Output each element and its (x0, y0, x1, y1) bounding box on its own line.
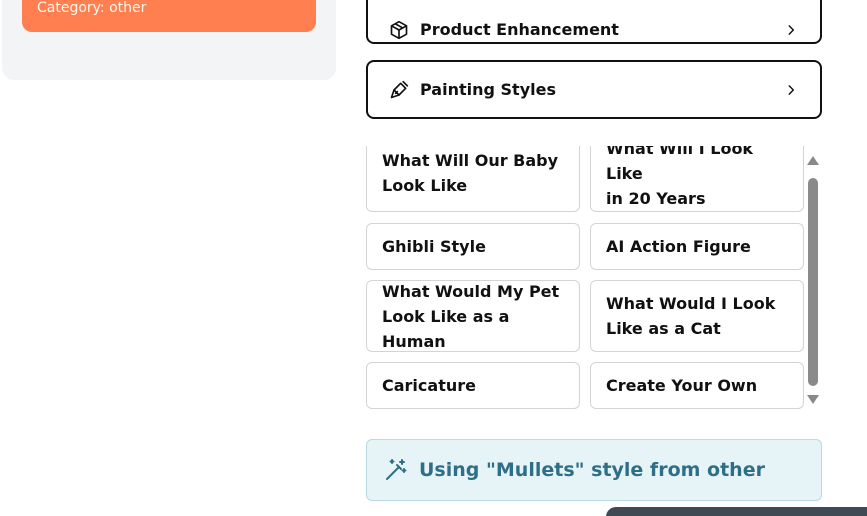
chevron-right-icon (782, 21, 800, 39)
option-label-line: Caricature (382, 376, 476, 395)
scroll-thumb[interactable] (808, 178, 818, 386)
paintbrush-icon (388, 79, 410, 101)
option-label-line: What Will I Look Like (606, 146, 754, 183)
selected-style-text: Using "Mullets" style from other (419, 459, 765, 481)
option-label-line: Look Like (382, 176, 468, 195)
option-what-would-my-pet-look-like-as-a-human[interactable]: What Would My Pet Look Like as a Human (366, 280, 580, 352)
category-label: Category: other (37, 0, 147, 16)
option-create-your-own[interactable]: Create Your Own (590, 362, 804, 409)
option-label-line: in 20 Years (606, 188, 706, 208)
option-label-line: AI Action Figure (606, 237, 751, 256)
accordion-product-enhancement[interactable]: Product Enhancement (366, 0, 822, 44)
option-caricature[interactable]: Caricature (366, 362, 580, 409)
option-label-line: Like as a Cat (606, 319, 721, 338)
option-label-line: What Would I Look (606, 294, 776, 313)
option-label-line: What Would My Pet (382, 281, 560, 301)
options-scrollbar[interactable] (806, 150, 820, 408)
chevron-right-icon (782, 81, 800, 99)
cube-icon (388, 19, 410, 41)
option-label-line: What Will Our Baby (382, 151, 559, 170)
style-options-list: What Will Our Baby Look Like What Will I… (366, 146, 806, 412)
bottom-toolbar[interactable] (606, 507, 867, 516)
left-panel: Category: other (2, 0, 336, 80)
option-what-would-i-look-like-as-a-cat[interactable]: What Would I Look Like as a Cat (590, 280, 804, 352)
option-what-will-our-baby-look-like[interactable]: What Will Our Baby Look Like (366, 146, 580, 212)
magic-wand-icon (383, 457, 409, 483)
option-what-will-i-look-like-in-20-years[interactable]: What Will I Look Like in 20 Years (590, 146, 804, 212)
option-label-line: Ghibli Style (382, 237, 486, 256)
category-card[interactable]: Category: other (22, 0, 316, 32)
option-ai-action-figure[interactable]: AI Action Figure (590, 223, 804, 270)
scroll-up-arrow-icon[interactable] (807, 156, 819, 165)
selected-style-banner: Using "Mullets" style from other (366, 439, 822, 501)
accordion-painting-styles[interactable]: Painting Styles (366, 60, 822, 119)
scroll-down-arrow-icon[interactable] (807, 395, 819, 404)
accordion-label: Painting Styles (420, 80, 556, 99)
option-label-line: Look Like as a Human (382, 306, 510, 351)
option-ghibli-style[interactable]: Ghibli Style (366, 223, 580, 270)
option-label-line: Create Your Own (606, 376, 758, 395)
accordion-label: Product Enhancement (420, 20, 619, 39)
